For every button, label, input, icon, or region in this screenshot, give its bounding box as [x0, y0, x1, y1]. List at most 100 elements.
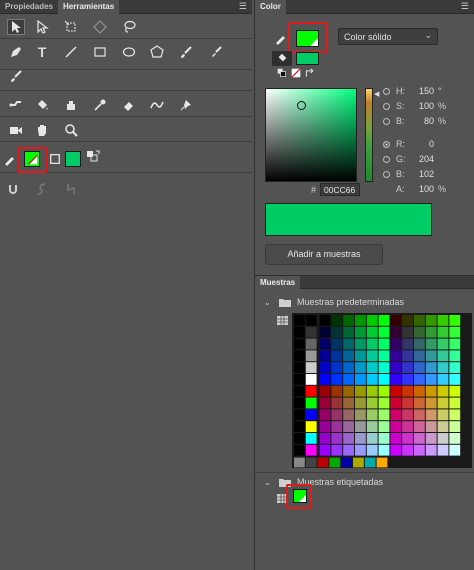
tab-herramientas[interactable]: Herramientas [58, 0, 120, 14]
swatch-cell [378, 374, 390, 385]
swatch-cell [319, 444, 331, 456]
pin-icon[interactable] [177, 97, 195, 113]
gradient-transform-icon[interactable] [91, 19, 109, 35]
saturation-brightness-field[interactable] [265, 88, 357, 182]
hex-input[interactable]: 00CC66 [320, 183, 360, 196]
swap-colors-icon[interactable] [86, 150, 100, 164]
color-picker-cursor[interactable] [297, 101, 306, 110]
ink-bottle-icon[interactable] [62, 97, 80, 113]
default-colors-icon[interactable] [277, 68, 287, 78]
swatch-cell [449, 409, 461, 421]
swatch-cell [366, 433, 378, 444]
rectangle-icon[interactable] [91, 44, 109, 60]
swatch-cell [366, 374, 378, 385]
stroke-pencil-icon[interactable] [274, 31, 288, 45]
swatch-cell [378, 326, 390, 338]
swatch-cell [425, 338, 437, 350]
paint-bucket-icon[interactable] [33, 97, 51, 113]
swatch-cell [390, 421, 402, 432]
swatch-cell [343, 444, 354, 456]
swatch-cell [449, 374, 461, 385]
tools-panel: Propiedades Herramientas ☰ T [0, 0, 252, 570]
swatch-cell [414, 433, 425, 444]
color-panel-fill-swatch[interactable] [296, 52, 319, 65]
paint-brush-2-icon[interactable] [7, 68, 25, 84]
h-value[interactable]: 150 [408, 86, 434, 96]
swatch-cell [343, 350, 354, 362]
no-color-icon[interactable] [291, 68, 301, 78]
s-value[interactable]: 100 [408, 101, 434, 111]
swap-colors-icon[interactable] [305, 68, 315, 78]
smooth-icon[interactable] [33, 181, 51, 197]
swatch-cell [449, 326, 461, 338]
chevron-down-icon[interactable]: ⌄ [264, 478, 271, 487]
stroke-pencil-icon [3, 151, 17, 167]
text-icon[interactable]: T [33, 44, 51, 60]
straighten-icon[interactable] [62, 181, 80, 197]
swatch-cell [414, 421, 425, 432]
g-value[interactable]: 204 [408, 154, 434, 164]
tab-propiedades[interactable]: Propiedades [0, 0, 58, 14]
subselection-arrow-icon[interactable] [33, 19, 51, 35]
hue-slider-handle[interactable]: ◀ [374, 90, 379, 98]
fill-mode-button[interactable] [272, 51, 292, 66]
selection-arrow-icon[interactable] [7, 19, 25, 35]
swatch-cell [437, 338, 449, 350]
tools-row-selection [0, 15, 252, 39]
a-value[interactable]: 100 [408, 184, 434, 194]
width-tool-icon[interactable] [148, 97, 166, 113]
eraser-icon[interactable] [120, 97, 138, 113]
b-value[interactable]: 80 [408, 116, 434, 126]
r-value[interactable]: 0 [408, 139, 434, 149]
eyedropper-icon[interactable] [91, 97, 109, 113]
swatch-cell [378, 444, 390, 456]
brush-icon[interactable] [177, 44, 195, 60]
swatch-grid-svg[interactable] [292, 313, 472, 468]
h-unit: ° [438, 86, 442, 96]
swatch-cell [305, 409, 317, 421]
a-label: A: [396, 184, 405, 194]
panel-menu-icon[interactable]: ☰ [239, 0, 247, 13]
lasso-icon[interactable] [120, 19, 138, 35]
tab-muestras[interactable]: Muestras [255, 276, 301, 290]
swatch-cell [378, 338, 390, 350]
paint-brush-icon[interactable] [207, 44, 225, 60]
swatch-cell [355, 326, 366, 338]
zoom-icon[interactable] [62, 122, 80, 138]
add-to-swatches-button[interactable]: Añadir a muestras [265, 244, 383, 265]
oval-icon[interactable] [120, 44, 138, 60]
swatch-cell [402, 350, 413, 362]
g-radio[interactable] [383, 156, 390, 163]
swatch-cell [414, 362, 425, 373]
bone-icon[interactable] [7, 97, 25, 113]
swatch-view-icon[interactable] [277, 316, 288, 325]
swatch-cell [402, 326, 413, 338]
pen-icon[interactable] [7, 44, 25, 60]
swatch-cell [319, 433, 331, 444]
chevron-down-icon[interactable]: ⌄ [264, 298, 271, 307]
camera-icon[interactable] [7, 122, 25, 138]
hue-slider[interactable] [365, 88, 373, 182]
swatch-cell [343, 421, 354, 432]
r-radio[interactable] [383, 141, 390, 148]
blue-radio[interactable] [383, 171, 390, 178]
b-radio[interactable] [383, 118, 390, 125]
swatch-cell [366, 385, 378, 397]
fill-type-dropdown[interactable]: Color sólido ⌄ [338, 28, 438, 45]
tab-color[interactable]: Color [255, 0, 286, 14]
blue-value[interactable]: 102 [408, 169, 434, 179]
swatch-cell [331, 397, 343, 409]
fill-color-swatch[interactable] [65, 151, 81, 167]
swatch-cell [366, 350, 378, 362]
line-icon[interactable] [62, 44, 80, 60]
polystar-icon[interactable] [148, 44, 166, 60]
snap-magnet-icon[interactable] [4, 181, 22, 197]
free-transform-icon[interactable] [62, 19, 80, 35]
swatch-cell [425, 421, 437, 432]
h-radio[interactable] [383, 88, 390, 95]
hand-icon[interactable] [33, 122, 51, 138]
s-radio[interactable] [383, 103, 390, 110]
default-swatches-grid[interactable] [292, 313, 472, 468]
panel-menu-icon[interactable]: ☰ [461, 0, 469, 13]
swatch-cell [331, 409, 343, 421]
